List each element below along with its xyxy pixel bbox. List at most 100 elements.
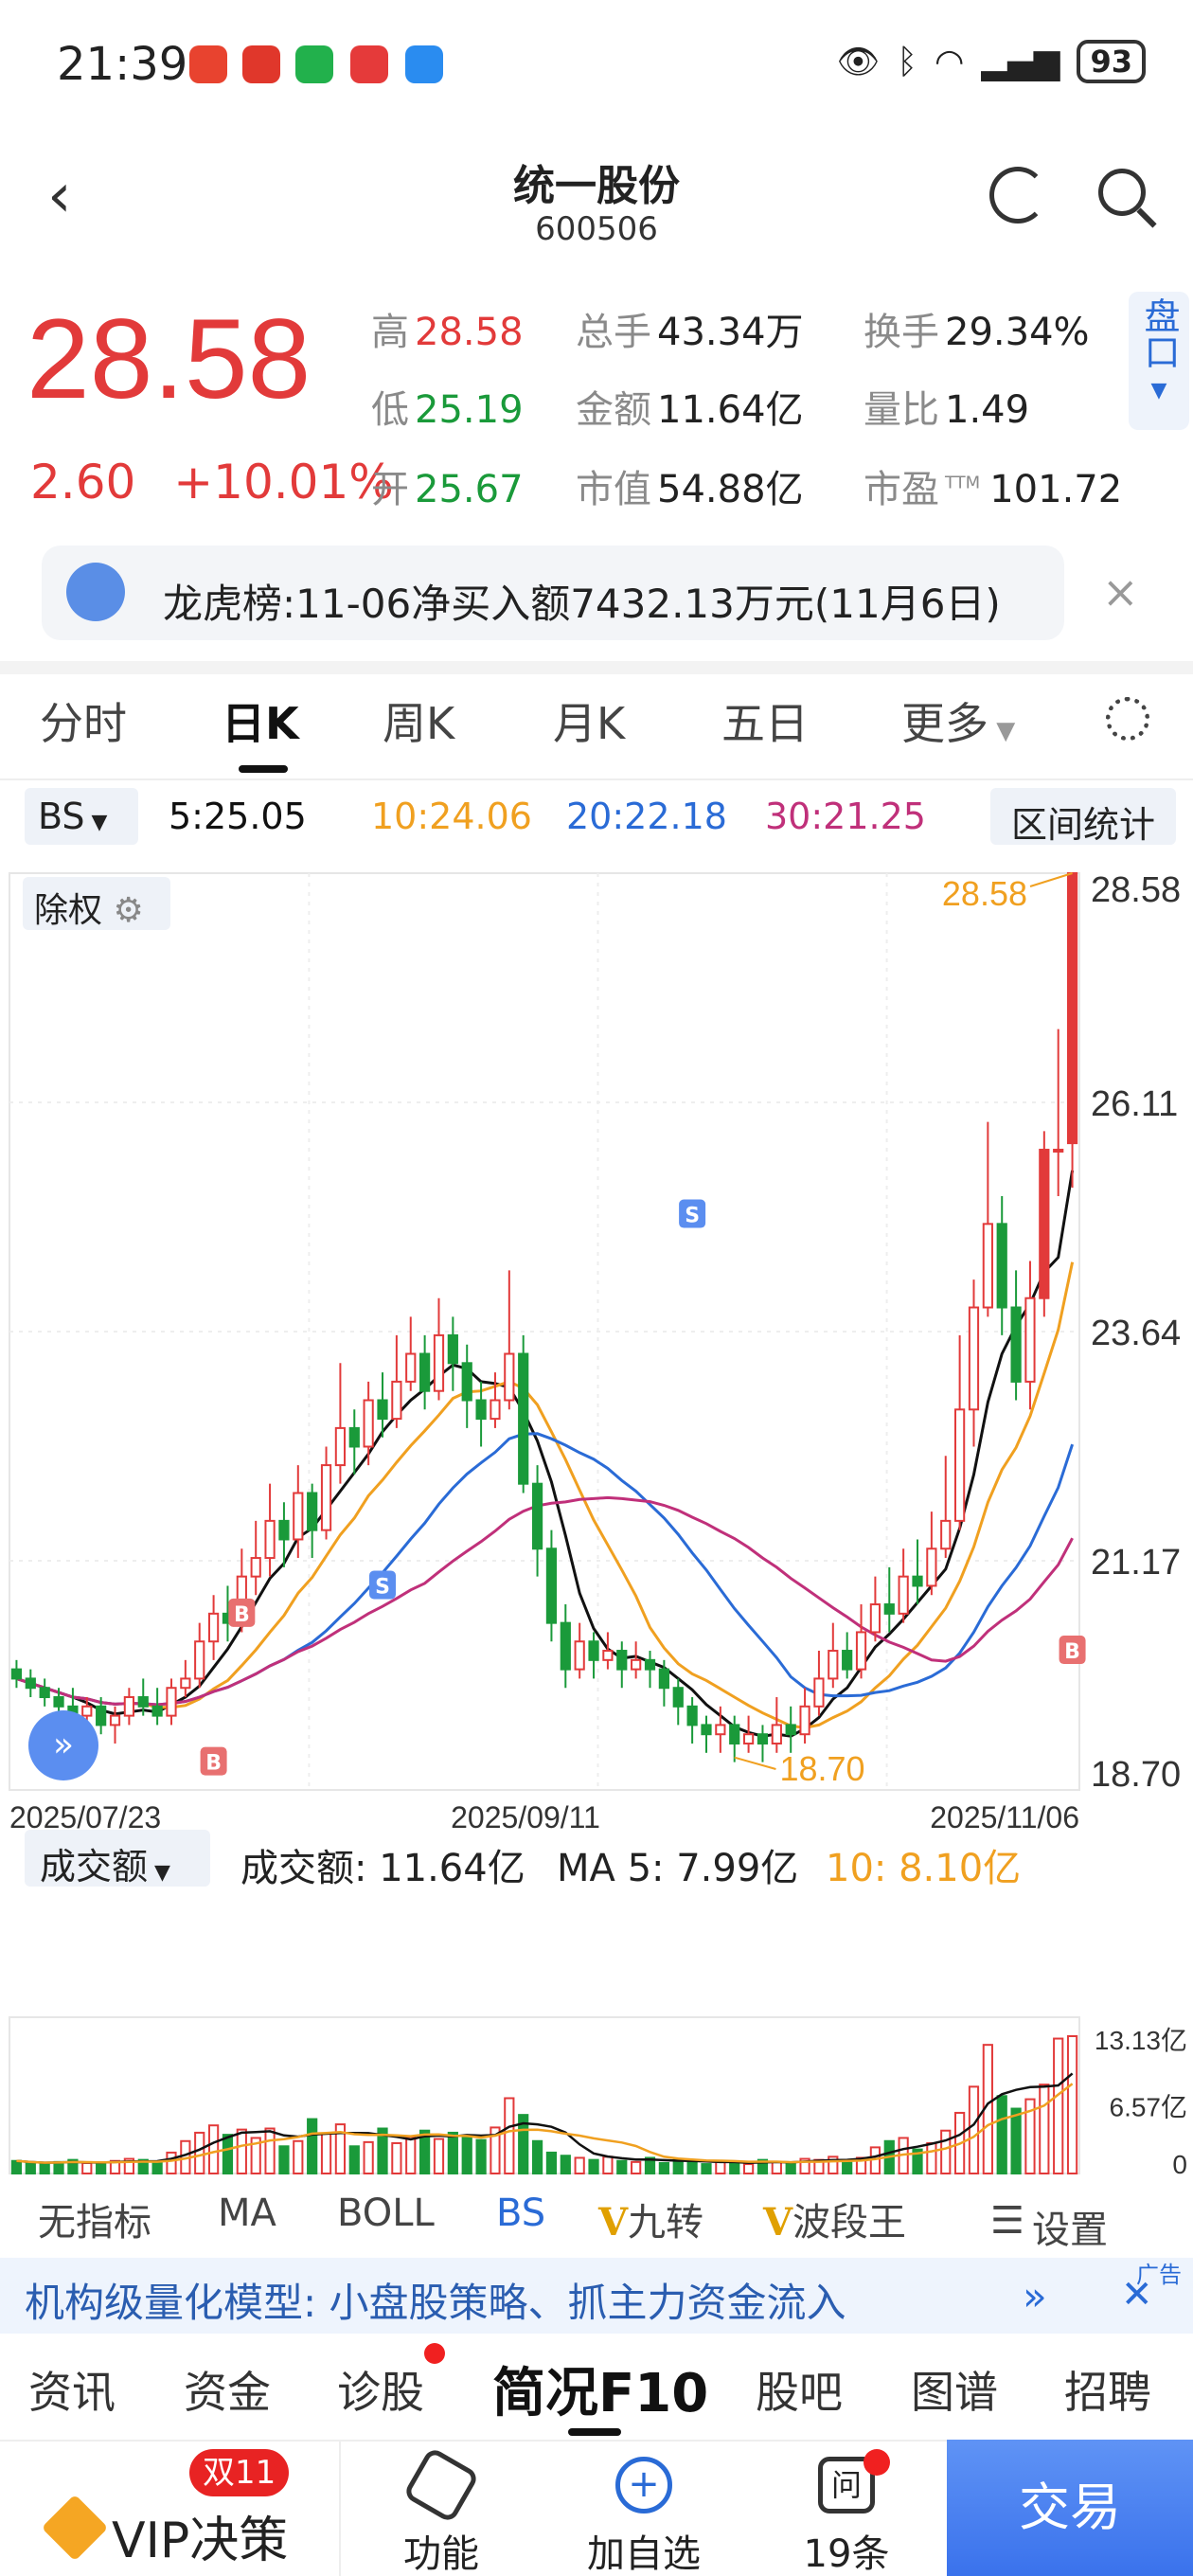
settings-gear-icon[interactable]	[1106, 697, 1149, 741]
ind-ma[interactable]: MA	[218, 2191, 276, 2235]
tab-weekly-k[interactable]: 周K	[383, 689, 454, 752]
high-label: 高	[371, 311, 409, 354]
vip-button[interactable]: VIP决策	[112, 2500, 288, 2571]
tab-more[interactable]: 更多 ▼	[901, 689, 1015, 752]
app-notification-icon	[189, 45, 227, 83]
candle-body	[672, 1687, 684, 1708]
close-icon[interactable]: ×	[1102, 566, 1139, 617]
quote-pe: 市盈 TTM 101.72	[864, 458, 1122, 513]
ind-boll[interactable]: BOLL	[337, 2191, 435, 2235]
bs-selector[interactable]: BS ▼	[25, 788, 138, 845]
open-label: 开	[371, 468, 409, 511]
red-app-icon	[350, 45, 388, 83]
y-tick-label: 23.64	[1091, 1314, 1181, 1353]
volume-bar	[405, 2136, 417, 2174]
candle-body	[631, 1658, 642, 1671]
banner-text[interactable]: 龙虎榜:11-06净买入额7432.13万元(11月6日)	[163, 572, 1001, 630]
questions-button[interactable]: 19条	[752, 2523, 941, 2576]
quote-amount: 金额 11.64亿	[576, 379, 804, 434]
candle-body	[701, 1724, 712, 1736]
candle-body	[898, 1575, 909, 1615]
candle-body	[658, 1668, 669, 1690]
caret-down-icon: ▼	[148, 1861, 170, 1885]
range-stats-button[interactable]: 区间统计	[990, 788, 1176, 846]
tab-five-day[interactable]: 五日	[721, 689, 809, 752]
candle-body	[757, 1733, 769, 1745]
candle-body	[1024, 1297, 1036, 1383]
function-button[interactable]: 功能	[347, 2523, 536, 2576]
active-subtab-indicator	[568, 2428, 621, 2436]
ad-more-icon[interactable]: »	[1023, 2273, 1047, 2319]
volume-amount: 成交额: 11.64亿	[240, 1847, 525, 1890]
candle-body	[475, 1399, 487, 1421]
candle-body	[137, 1696, 149, 1708]
volume-bar	[574, 2156, 585, 2175]
y-tick-label: 18.70	[1091, 1755, 1181, 1795]
ind-bs[interactable]: BS	[496, 2191, 545, 2235]
quote-high: 高 28.58	[371, 301, 524, 356]
x-tick-label: 2025/11/06	[930, 1800, 1079, 1834]
pe-value: 101.72	[989, 468, 1123, 511]
subtab-jobs[interactable]: 招聘	[1064, 2358, 1151, 2421]
volume-selector-label: 成交额	[40, 1846, 149, 1887]
volume-bar	[658, 2161, 669, 2174]
volume-bar	[236, 2128, 247, 2175]
volume-bar	[631, 2160, 642, 2175]
subtab-funds[interactable]: 资金	[184, 2358, 271, 2421]
volume-bar	[222, 2134, 234, 2175]
ind-none[interactable]: 无指标	[38, 2191, 151, 2246]
ind-jiuzhuan[interactable]: V九转	[598, 2191, 703, 2246]
add-watchlist-button[interactable]: 加自选	[549, 2523, 739, 2576]
search-icon[interactable]	[1098, 169, 1146, 216]
fuquan-label: 除权	[34, 891, 103, 930]
ind-boduanwang[interactable]: V波段王	[763, 2191, 906, 2246]
tab-fenshi[interactable]: 分时	[40, 689, 127, 752]
fuquan-button[interactable]: 除权 ⚙	[23, 877, 170, 930]
notification-dot	[424, 2343, 445, 2364]
volume-bar	[940, 2129, 952, 2175]
candle-body	[39, 1687, 50, 1699]
y-tick-label: 26.11	[1091, 1084, 1178, 1124]
subtab-graph[interactable]: 图谱	[911, 2358, 998, 2421]
bs-selector-label: BS	[38, 796, 85, 837]
trade-button[interactable]: 交易	[947, 2440, 1193, 2576]
wechat-icon	[295, 45, 333, 83]
subtab-news[interactable]: 资讯	[28, 2358, 116, 2421]
volume-axis-label: 0	[1172, 2150, 1187, 2179]
candle-body	[504, 1352, 515, 1402]
subtab-forum[interactable]: 股吧	[756, 2358, 843, 2421]
tab-daily-k[interactable]: 日K	[222, 689, 299, 752]
candle-body	[391, 1380, 402, 1421]
pankou-button[interactable]: 盘口 ▼	[1129, 292, 1189, 430]
tab-monthly-k[interactable]: 月K	[553, 689, 625, 752]
wifi-icon: ◠	[934, 42, 965, 81]
refresh-icon[interactable]	[989, 167, 1046, 224]
low-annotation: 18.70	[779, 1749, 864, 1788]
ad-close-icon[interactable]: ✕	[1121, 2273, 1153, 2317]
quote-volratio: 量比 1.49	[864, 379, 1029, 434]
candle-body	[813, 1677, 825, 1708]
volume-selector[interactable]: 成交额 ▼	[25, 1830, 210, 1887]
volratio-label: 量比	[864, 388, 939, 432]
candle-body	[151, 1705, 163, 1717]
expand-icon[interactable]: »	[28, 1710, 98, 1780]
low-pointer	[734, 1756, 776, 1770]
volume-bar	[1039, 2084, 1050, 2174]
bs-marker-label: S	[375, 1575, 390, 1599]
volume-bar	[560, 2155, 571, 2174]
volume-bar	[686, 2160, 698, 2175]
kline-chart[interactable]: 13.13亿 6.57亿 0 28.58 26.11 23.64 21.17 18.70 20…	[0, 852, 1193, 2235]
high-annotation: 28.58	[942, 874, 1027, 913]
subtab-diagnosis[interactable]: 诊股	[337, 2358, 424, 2421]
candle-body	[166, 1687, 177, 1717]
ma30-value: 30:21.25	[765, 796, 926, 837]
candle-body	[264, 1519, 276, 1560]
subtab-f10[interactable]: 简况F10	[492, 2351, 708, 2427]
y-tick-label: 28.58	[1091, 870, 1181, 910]
caret-down-icon: ▼	[988, 717, 1016, 745]
candle-body	[53, 1696, 64, 1708]
volume-bar	[10, 2159, 23, 2175]
ind-settings[interactable]: ☰ 设置	[990, 2199, 1187, 2254]
ad-text[interactable]: 机构级量化模型: 小盘股策略、抓主力资金流入	[25, 2271, 846, 2329]
low-label: 低	[371, 388, 409, 432]
